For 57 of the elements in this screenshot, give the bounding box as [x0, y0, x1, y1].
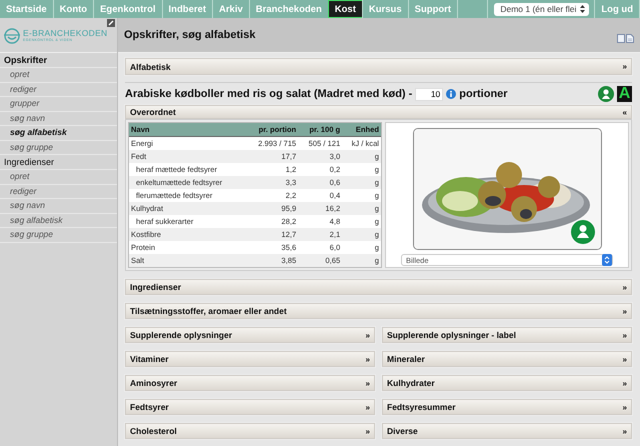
- section-header[interactable]: Cholesterol »: [125, 423, 375, 439]
- sidebar-item[interactable]: rediger: [0, 184, 117, 199]
- recipe-title: Arabiske kødboller med ris og salat (Madret med kød) -: [125, 88, 412, 100]
- nav-tab[interactable]: Kost: [328, 0, 363, 18]
- section-header[interactable]: Alfabetisk »: [125, 58, 632, 75]
- sidebar-item[interactable]: søg alfabetisk: [0, 214, 117, 228]
- toggle-icon[interactable]: »: [366, 378, 370, 388]
- section-header[interactable]: Kulhydrater »: [382, 375, 632, 391]
- sidebar-item[interactable]: opret: [0, 170, 117, 184]
- sidebar-item[interactable]: søg navn: [0, 199, 117, 214]
- smiley-logo-icon: [4, 26, 20, 44]
- toggle-icon[interactable]: »: [622, 306, 627, 316]
- sidebar-item[interactable]: søg gruppe: [0, 140, 117, 155]
- toggle-icon[interactable]: »: [366, 426, 370, 436]
- sidebar-item[interactable]: søg alfabetisk: [0, 126, 117, 140]
- toggle-icon[interactable]: »: [622, 62, 627, 71]
- toggle-icon[interactable]: »: [622, 402, 627, 412]
- edit-icon: [107, 19, 115, 27]
- sidebar-group[interactable]: Ingredienser: [0, 155, 117, 170]
- section-header[interactable]: Fedtsyresummer »: [382, 399, 632, 415]
- account-select[interactable]: Demo 1 (én eller flei: [494, 2, 590, 16]
- letter-badge: A: [617, 86, 632, 102]
- sidebar-item[interactable]: søg navn: [0, 112, 117, 126]
- section-header[interactable]: Supplerende oplysninger »: [125, 327, 375, 343]
- page-title: Opskrifter, søg alfabetisk: [124, 29, 256, 41]
- section-header[interactable]: Mineraler »: [382, 351, 632, 367]
- sidebar-item[interactable]: søg gruppe: [0, 228, 117, 242]
- toggle-icon[interactable]: »: [366, 330, 370, 340]
- toggle-icon[interactable]: »: [622, 354, 627, 364]
- sidebar-item[interactable]: grupper: [0, 97, 117, 112]
- toggle-icon[interactable]: »: [366, 354, 370, 364]
- document-icon: [626, 34, 634, 42]
- dropdown-arrows-icon: [579, 4, 586, 14]
- sidebar-item[interactable]: opret: [0, 68, 117, 82]
- info-icon: [446, 89, 456, 99]
- person-icon: [598, 86, 614, 102]
- sidebar-item[interactable]: rediger: [0, 82, 117, 97]
- portions-label: portioner: [459, 88, 508, 100]
- toggle-icon[interactable]: »: [366, 402, 370, 412]
- toggle-icon[interactable]: «: [622, 108, 627, 116]
- toggle-icon[interactable]: »: [622, 378, 627, 388]
- sidebar-group[interactable]: Opskrifter: [0, 53, 117, 68]
- portions-field[interactable]: 10: [415, 88, 444, 100]
- section-header[interactable]: Tilsætningsstoffer, aromaer eller andet »: [125, 303, 632, 319]
- section-header[interactable]: Fedtsyrer »: [125, 399, 375, 415]
- section-header[interactable]: Overordnet «: [125, 105, 632, 119]
- toggle-icon[interactable]: »: [622, 330, 627, 340]
- section-header[interactable]: Supplerende oplysninger - label »: [382, 327, 632, 343]
- person-badge-icon: [570, 220, 594, 244]
- section-header[interactable]: Diverse »: [382, 423, 632, 439]
- window-icon: [617, 34, 625, 42]
- section-header[interactable]: Ingredienser »: [125, 279, 632, 295]
- toggle-icon[interactable]: »: [622, 426, 627, 436]
- toggle-icon[interactable]: »: [622, 282, 627, 292]
- section-header[interactable]: Aminosyrer »: [125, 375, 375, 391]
- section-header[interactable]: Vitaminer »: [125, 351, 375, 367]
- logo-text: E-BRANCHEKODEN: [23, 28, 108, 38]
